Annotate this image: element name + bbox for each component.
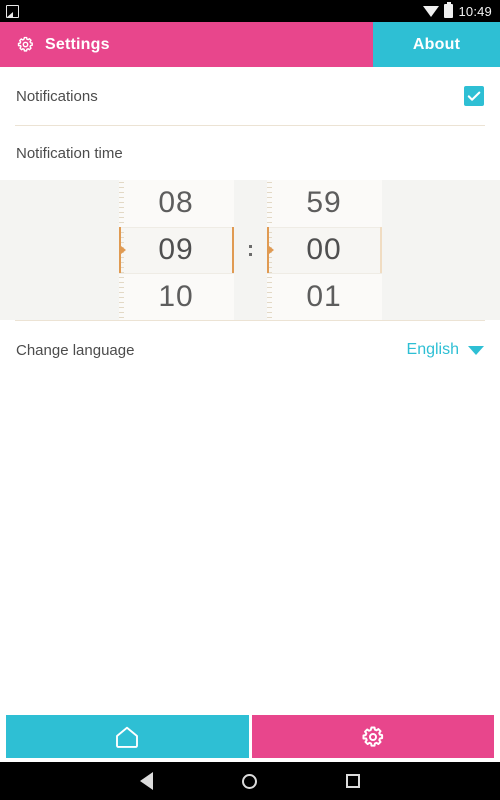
bottom-home-button[interactable] — [6, 715, 249, 758]
app-window: 10:49 Settings About Notifications Notif… — [0, 0, 500, 800]
home-icon — [116, 726, 139, 748]
settings-content: Notifications Notification time 08 09 10… — [0, 67, 500, 379]
back-triangle-icon[interactable] — [139, 772, 153, 790]
android-nav-bar — [0, 762, 500, 800]
hour-selected[interactable]: 09 — [118, 226, 234, 274]
tab-settings[interactable]: Settings — [0, 22, 373, 67]
hour-next[interactable]: 10 — [119, 273, 234, 320]
hour-column[interactable]: 08 09 10 — [118, 180, 234, 320]
minute-selection-arrow-icon — [268, 245, 274, 254]
status-bar-notifications — [6, 4, 19, 18]
minute-selection-bar-left — [266, 226, 274, 274]
status-bar-system: 10:49 — [423, 2, 492, 19]
minute-sep-bottom — [266, 273, 382, 275]
check-icon — [467, 91, 481, 101]
notification-time-label: Notification time — [16, 144, 123, 162]
home-circle-icon[interactable] — [241, 773, 257, 789]
hour-selection-arrow-icon — [120, 245, 126, 254]
time-separator — [233, 180, 267, 320]
minute-selected[interactable]: 00 — [266, 226, 382, 274]
time-picker-columns: 08 09 10 59 00 01 — [118, 180, 382, 320]
colon-dot-bottom — [248, 252, 252, 256]
time-picker[interactable]: 08 09 10 59 00 01 — [0, 180, 500, 320]
hour-sep-top — [118, 226, 234, 228]
minute-column[interactable]: 59 00 01 — [266, 180, 382, 320]
minute-previous[interactable]: 59 — [267, 180, 382, 227]
tab-about-label: About — [412, 35, 461, 53]
minute-sep-top — [266, 226, 382, 228]
row-notification-time-label: Notification time — [0, 126, 500, 180]
notifications-label: Notifications — [16, 87, 98, 105]
tab-settings-label: Settings — [45, 35, 110, 53]
change-language-label: Change language — [16, 341, 135, 359]
wifi-icon — [423, 5, 440, 17]
chevron-down-icon — [468, 345, 484, 355]
row-notifications[interactable]: Notifications — [0, 67, 500, 125]
language-value: English — [406, 341, 459, 358]
notifications-checkbox[interactable] — [464, 86, 484, 106]
android-status-bar: 10:49 — [0, 0, 500, 22]
minute-selection-bar-right — [379, 226, 382, 274]
bottom-settings-button[interactable] — [251, 715, 494, 758]
hour-selection-bar-right — [231, 226, 234, 274]
status-bar-clock: 10:49 — [458, 3, 492, 19]
tab-about[interactable]: About — [373, 22, 500, 67]
gear-icon — [17, 36, 33, 52]
bottom-action-bar — [0, 712, 500, 762]
gear-icon — [362, 725, 383, 747]
screenshot-icon — [6, 4, 19, 18]
recents-square-icon[interactable] — [346, 774, 361, 788]
hour-sep-bottom — [118, 273, 234, 275]
minute-next[interactable]: 01 — [267, 273, 382, 320]
hour-selection-bar-left — [118, 226, 126, 274]
colon-dot-top — [248, 244, 252, 248]
hour-previous[interactable]: 08 — [119, 180, 234, 227]
language-dropdown[interactable]: English — [407, 341, 484, 359]
battery-icon — [444, 2, 454, 18]
row-change-language[interactable]: Change language English — [0, 321, 500, 379]
tab-bar: Settings About — [0, 22, 500, 67]
